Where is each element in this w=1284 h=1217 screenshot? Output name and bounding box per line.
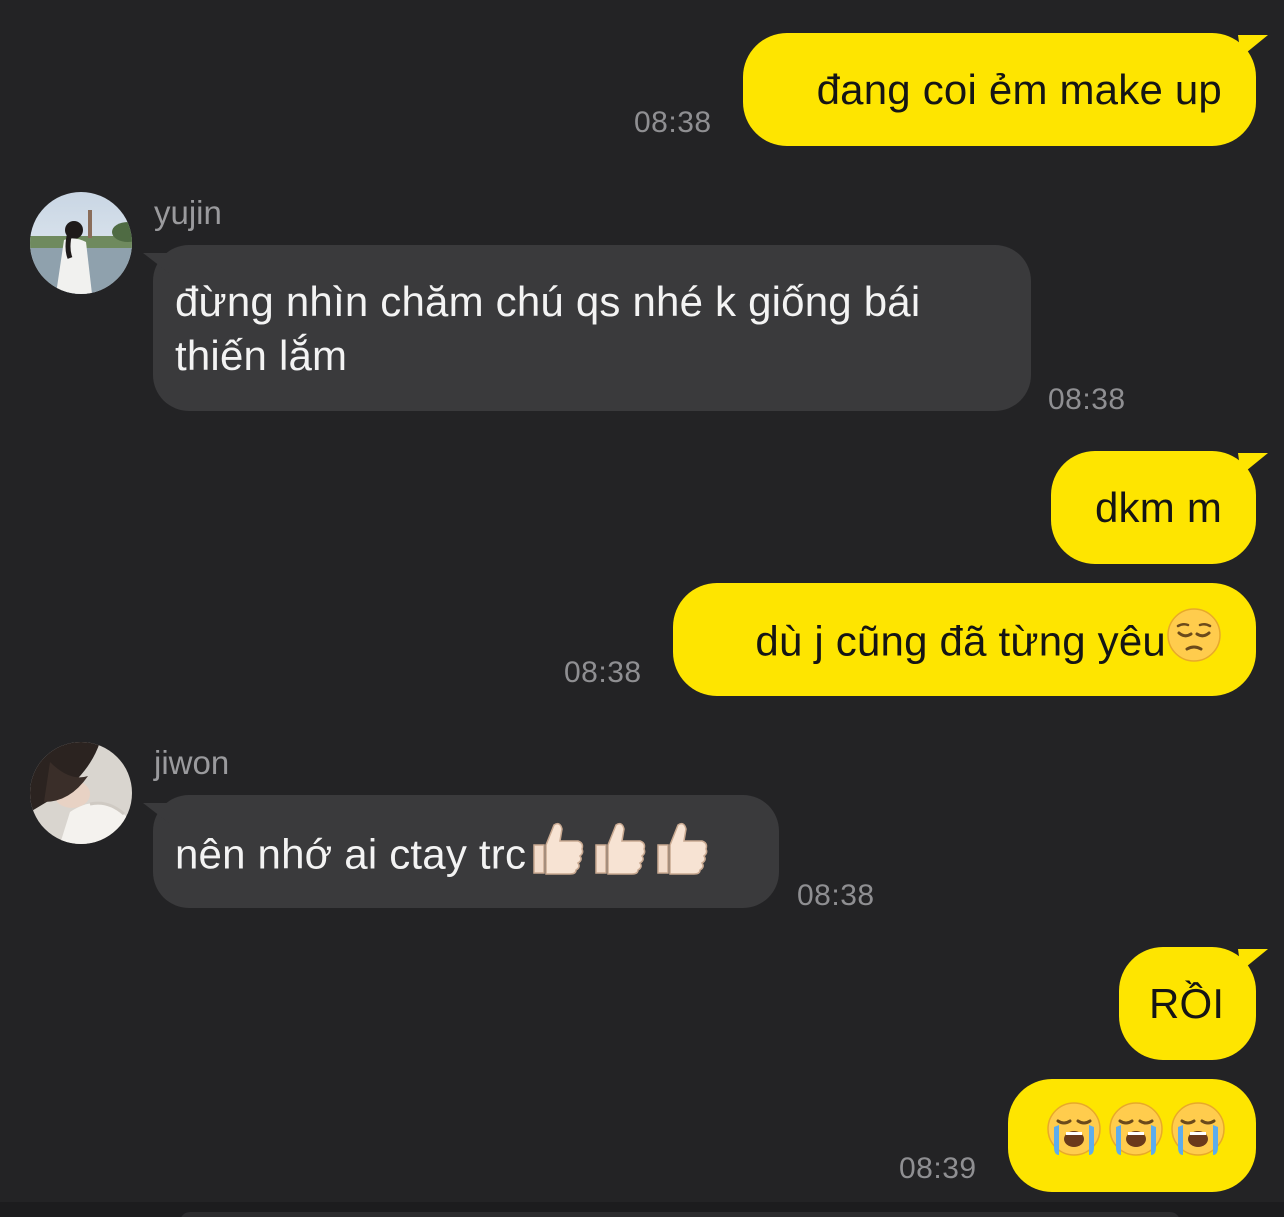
avatar-photo-icon (30, 192, 132, 294)
message-input-field[interactable] (180, 1212, 1180, 1217)
message-input-bar (0, 1202, 1284, 1217)
message-text: đang coi ẻm make up (816, 66, 1222, 113)
incoming-message-bubble[interactable]: đừng nhìn chăm chú qs nhé k giống bái th… (153, 245, 1031, 411)
incoming-message-bubble[interactable]: nên nhớ ai ctay trc (153, 795, 779, 908)
loudly-crying-face-icon (1108, 1101, 1164, 1170)
message-timestamp: 08:38 (797, 879, 875, 912)
thumbs-up-icon (650, 819, 712, 890)
outgoing-message-bubble[interactable]: đang coi ẻm make up (743, 33, 1256, 146)
avatar-yujin[interactable] (30, 192, 132, 294)
avatar-photo-icon (30, 742, 132, 844)
outgoing-message-bubble[interactable]: RỒI (1119, 947, 1256, 1060)
message-timestamp: 08:38 (1048, 383, 1126, 416)
message-text-line: đừng nhìn chăm chú qs nhé k giống bái (175, 278, 921, 325)
message-text: dù j cũng đã từng yêu (755, 617, 1166, 665)
outgoing-message-bubble[interactable]: dù j cũng đã từng yêu (673, 583, 1256, 696)
message-text: dkm m (1095, 484, 1222, 531)
sender-name: jiwon (154, 744, 230, 781)
sender-name: yujin (154, 194, 222, 231)
message-timestamp: 08:38 (564, 656, 642, 689)
message-text: RỒI (1149, 980, 1225, 1027)
message-text-line: thiến lắm (175, 332, 348, 379)
thumbs-up-icon (588, 819, 650, 890)
chat-thread: 08:38 đang coi ẻm make up yujin đừng nhì… (0, 0, 1284, 1217)
message-text: nên nhớ ai ctay trc (175, 830, 527, 878)
outgoing-message-bubble[interactable]: dkm m (1051, 451, 1256, 564)
avatar-jiwon[interactable] (30, 742, 132, 844)
outgoing-message-bubble[interactable] (1008, 1079, 1256, 1192)
loudly-crying-face-icon (1170, 1101, 1226, 1170)
message-timestamp: 08:38 (634, 106, 712, 139)
loudly-crying-face-icon (1046, 1101, 1102, 1170)
pensive-face-icon (1166, 607, 1222, 676)
message-timestamp: 08:39 (899, 1152, 977, 1185)
thumbs-up-icon (526, 819, 588, 890)
